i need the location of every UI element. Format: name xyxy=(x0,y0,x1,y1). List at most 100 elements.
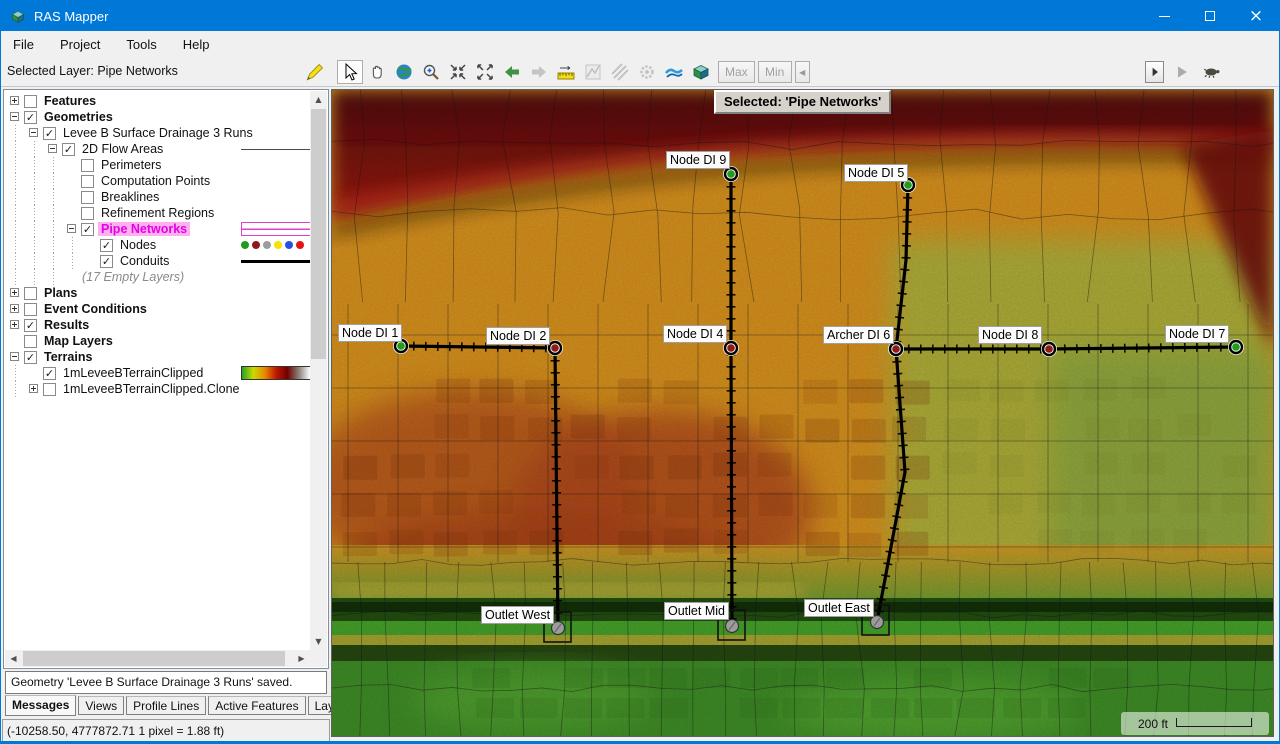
tree-horizontal-scrollbar[interactable]: ◀ ▶ xyxy=(5,650,310,667)
tab-views[interactable]: Views xyxy=(78,696,124,715)
tree-item-1mleveebterrainclipped[interactable]: ✓1mLeveeBTerrainClipped xyxy=(5,365,310,381)
expand-icon[interactable] xyxy=(9,317,22,333)
min-button[interactable]: Min xyxy=(758,61,792,83)
step-forward-button[interactable] xyxy=(1145,61,1164,83)
menu-file[interactable]: File xyxy=(13,37,34,52)
tree-item-results[interactable]: ✓Results xyxy=(5,317,310,333)
select-tool-button[interactable] xyxy=(337,60,363,84)
layer-checkbox[interactable] xyxy=(24,287,37,300)
map-node-node-di-7[interactable] xyxy=(1228,339,1244,355)
tree-item-terrains[interactable]: ✓Terrains xyxy=(5,349,310,365)
full-extent-button[interactable] xyxy=(472,60,498,84)
maximize-button[interactable] xyxy=(1187,1,1233,31)
tree-item-geometries[interactable]: ✓Geometries xyxy=(5,109,310,125)
map-label-node-di-2[interactable]: Node DI 2 xyxy=(486,327,550,345)
horizontal-scroll-thumb[interactable] xyxy=(23,651,285,666)
map-label-archer-di-6[interactable]: Archer DI 6 xyxy=(823,326,894,344)
tab-profile-lines[interactable]: Profile Lines xyxy=(126,696,206,715)
tree-vertical-scrollbar[interactable]: ▲ ▼ xyxy=(310,91,327,650)
layer-checkbox[interactable] xyxy=(81,159,94,172)
zoom-window-button[interactable] xyxy=(445,60,471,84)
map-label-outlet-east[interactable]: Outlet East xyxy=(804,599,874,617)
collapse-icon[interactable] xyxy=(9,109,22,125)
water-surface-button[interactable] xyxy=(661,60,687,84)
play-animation-button[interactable] xyxy=(1170,60,1194,84)
map-label-node-di-4[interactable]: Node DI 4 xyxy=(663,325,727,343)
conduit[interactable] xyxy=(731,174,732,626)
map-label-node-di-8[interactable]: Node DI 8 xyxy=(978,326,1042,344)
zoom-previous-button[interactable] xyxy=(499,60,525,84)
tree-item-event-conditions[interactable]: Event Conditions xyxy=(5,301,310,317)
menu-project[interactable]: Project xyxy=(60,37,100,52)
collapse-icon[interactable] xyxy=(9,349,22,365)
layer-checkbox[interactable] xyxy=(43,383,56,396)
expand-icon[interactable] xyxy=(9,301,22,317)
map-node-outlet-east[interactable] xyxy=(871,616,884,629)
layer-checkbox[interactable]: ✓ xyxy=(100,239,113,252)
map-label-node-di-5[interactable]: Node DI 5 xyxy=(844,164,908,182)
layer-checkbox[interactable] xyxy=(81,175,94,188)
tree-item-17-empty-layers[interactable]: (17 Empty Layers) xyxy=(5,269,310,285)
tab-messages[interactable]: Messages xyxy=(5,695,76,716)
profile-lines-button[interactable] xyxy=(580,60,606,84)
tree-item-refinement-regions[interactable]: Refinement Regions xyxy=(5,205,310,221)
scroll-right-icon[interactable]: ▶ xyxy=(293,650,310,667)
zoom-extents-button[interactable] xyxy=(391,60,417,84)
tree-item-levee-b-surface-drainage-3-runs[interactable]: ✓Levee B Surface Drainage 3 Runs xyxy=(5,125,310,141)
tree-item-breaklines[interactable]: Breaklines xyxy=(5,189,310,205)
menu-tools[interactable]: Tools xyxy=(126,37,156,52)
layer-checkbox[interactable] xyxy=(81,191,94,204)
map-label-node-di-1[interactable]: Node DI 1 xyxy=(338,324,402,342)
collapse-toolbar-button[interactable]: ◀ xyxy=(795,61,810,83)
map-label-outlet-west[interactable]: Outlet West xyxy=(481,606,554,624)
3d-viewer-button[interactable] xyxy=(688,60,714,84)
conduit[interactable] xyxy=(401,346,555,348)
max-button[interactable]: Max xyxy=(718,61,755,83)
tree-item-map-layers[interactable]: Map Layers xyxy=(5,333,310,349)
layer-checkbox[interactable] xyxy=(24,303,37,316)
scroll-up-icon[interactable]: ▲ xyxy=(310,91,327,108)
tree-item-2d-flow-areas[interactable]: ✓2D Flow Areas xyxy=(5,141,310,157)
map-node-outlet-mid[interactable] xyxy=(726,620,739,633)
layer-checkbox[interactable]: ✓ xyxy=(62,143,75,156)
collapse-icon[interactable] xyxy=(66,221,79,237)
expand-icon[interactable] xyxy=(9,285,22,301)
layer-checkbox[interactable]: ✓ xyxy=(81,223,94,236)
pan-tool-button[interactable] xyxy=(364,60,390,84)
tree-item-conduits[interactable]: ✓Conduits xyxy=(5,253,310,269)
layer-checkbox[interactable] xyxy=(24,95,37,108)
minimize-button[interactable] xyxy=(1141,1,1187,31)
map-node-node-di-8[interactable] xyxy=(1041,341,1057,357)
layer-checkbox[interactable] xyxy=(81,207,94,220)
measure-tool-button[interactable] xyxy=(553,60,579,84)
layer-checkbox[interactable]: ✓ xyxy=(24,111,37,124)
layer-checkbox[interactable] xyxy=(24,335,37,348)
zoom-in-button[interactable] xyxy=(418,60,444,84)
settings-tool-button[interactable] xyxy=(634,60,660,84)
close-button[interactable]: × xyxy=(1233,1,1279,31)
map-label-node-di-9[interactable]: Node DI 9 xyxy=(666,151,730,169)
collapse-icon[interactable] xyxy=(28,125,41,141)
tree-item-pipe-networks[interactable]: ✓Pipe Networks xyxy=(5,221,310,237)
scroll-left-icon[interactable]: ◀ xyxy=(5,650,22,667)
tree-item-plans[interactable]: Plans xyxy=(5,285,310,301)
layer-checkbox[interactable]: ✓ xyxy=(24,351,37,364)
tree-item-1mleveebterrainclipped-clone[interactable]: 1mLeveeBTerrainClipped.Clone xyxy=(5,381,310,397)
vertical-scroll-thumb[interactable] xyxy=(311,109,326,359)
map-label-node-di-7[interactable]: Node DI 7 xyxy=(1165,325,1229,343)
map-canvas[interactable]: Node DI 9 Node DI 5 Node DI 1 Node DI 2 Node… xyxy=(331,89,1274,737)
collapse-icon[interactable] xyxy=(47,141,60,157)
edit-pencil-icon[interactable] xyxy=(304,61,326,83)
tree-item-features[interactable]: Features xyxy=(5,93,310,109)
layer-checkbox[interactable]: ✓ xyxy=(100,255,113,268)
coverage-button[interactable] xyxy=(607,60,633,84)
layer-checkbox[interactable]: ✓ xyxy=(43,127,56,140)
tree-item-perimeters[interactable]: Perimeters xyxy=(5,157,310,173)
layer-checkbox[interactable]: ✓ xyxy=(24,319,37,332)
map-label-outlet-mid[interactable]: Outlet Mid xyxy=(664,602,729,620)
layer-checkbox[interactable]: ✓ xyxy=(43,367,56,380)
message-list[interactable]: Geometry 'Levee B Surface Drainage 3 Run… xyxy=(5,671,327,694)
animation-speed-button[interactable] xyxy=(1200,60,1224,84)
tab-active-features[interactable]: Active Features xyxy=(208,696,305,715)
tree-item-nodes[interactable]: ✓Nodes xyxy=(5,237,310,253)
